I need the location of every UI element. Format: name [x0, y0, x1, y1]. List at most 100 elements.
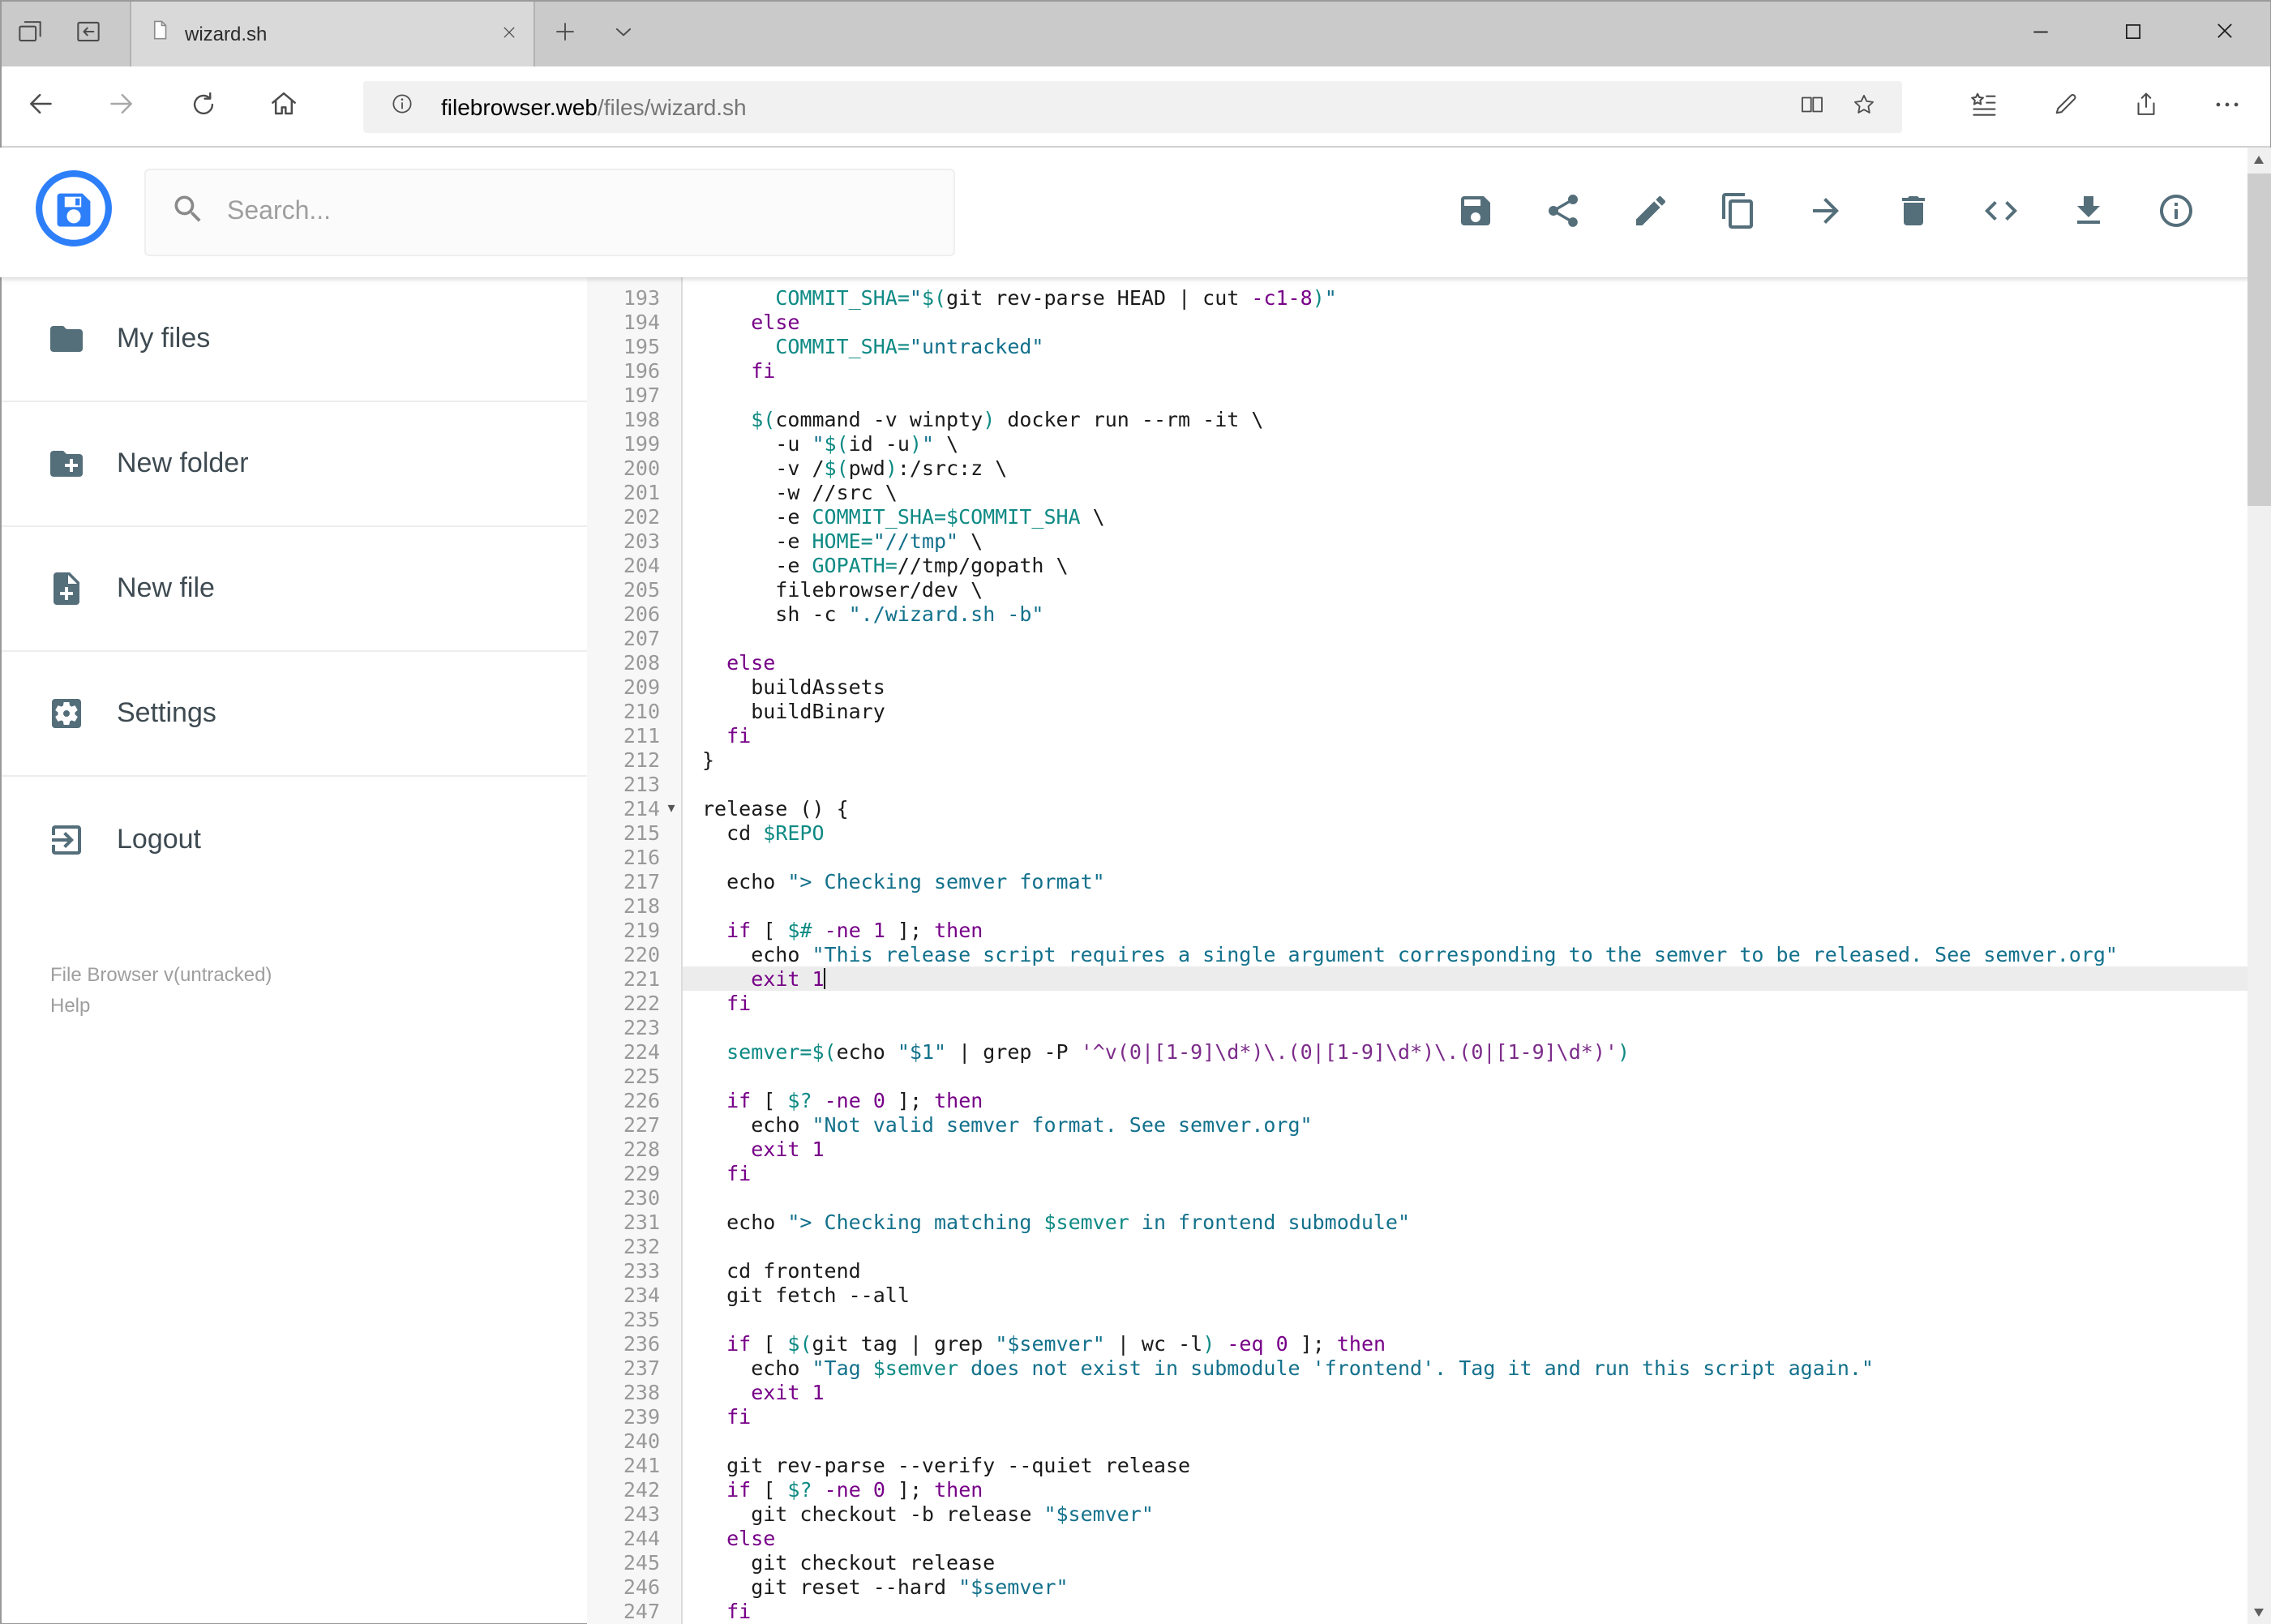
- code-text[interactable]: sh -c "./wizard.sh -b": [683, 602, 2271, 626]
- code-text[interactable]: -w //src \: [683, 480, 2271, 504]
- code-line[interactable]: 197: [587, 383, 2271, 407]
- reading-view-button[interactable]: [1785, 84, 1837, 129]
- code-line[interactable]: 215 cd $REPO: [587, 821, 2271, 845]
- sidebar-item-logout[interactable]: Logout: [0, 777, 587, 902]
- code-line[interactable]: 212}: [587, 748, 2271, 772]
- code-line[interactable]: 219 if [ $# -ne 1 ]; then: [587, 918, 2271, 942]
- code-text[interactable]: fi: [683, 1599, 2271, 1623]
- code-line[interactable]: 227 echo "Not valid semver format. See s…: [587, 1112, 2271, 1137]
- code-text[interactable]: [683, 1234, 2271, 1258]
- code-line[interactable]: 214 ▾ release () {: [587, 796, 2271, 821]
- code-line[interactable]: 221 exit 1: [587, 966, 2271, 991]
- code-text[interactable]: -v /$(pwd):/src:z \: [683, 456, 2271, 480]
- code-text[interactable]: semver=$(echo "$1" | grep -P '^v(0|[1-9]…: [683, 1039, 2271, 1064]
- code-line[interactable]: 233 cd frontend: [587, 1258, 2271, 1283]
- code-line[interactable]: 240: [587, 1429, 2271, 1453]
- code-line[interactable]: 234 git fetch --all: [587, 1283, 2271, 1307]
- code-line[interactable]: 232: [587, 1234, 2271, 1258]
- code-line[interactable]: 239 fi: [587, 1404, 2271, 1429]
- code-text[interactable]: git checkout release: [683, 1550, 2271, 1575]
- code-text[interactable]: }: [683, 748, 2271, 772]
- scrollbar-down-button[interactable]: [2247, 1600, 2271, 1624]
- close-window-button[interactable]: [2179, 0, 2271, 66]
- search-input[interactable]: [227, 198, 929, 227]
- scrollbar-thumb[interactable]: [2247, 174, 2271, 506]
- code-text[interactable]: [683, 626, 2271, 650]
- code-text[interactable]: fi: [683, 1161, 2271, 1185]
- code-line[interactable]: 247 fi: [587, 1599, 2271, 1623]
- code-line[interactable]: 223: [587, 1015, 2271, 1039]
- code-line[interactable]: 230: [587, 1185, 2271, 1210]
- code-text[interactable]: git reset --hard "$semver": [683, 1575, 2271, 1599]
- code-line[interactable]: 213: [587, 772, 2271, 796]
- code-line[interactable]: 195 COMMIT_SHA="untracked": [587, 334, 2271, 358]
- code-text[interactable]: exit 1: [683, 966, 2271, 991]
- code-text[interactable]: if [ $? -ne 0 ]; then: [683, 1088, 2271, 1112]
- code-text[interactable]: [683, 383, 2271, 407]
- back-button[interactable]: [5, 71, 76, 142]
- code-text[interactable]: release () {: [683, 796, 2271, 821]
- code-text[interactable]: if [ $? -ne 0 ]; then: [683, 1477, 2271, 1502]
- save-button[interactable]: [1455, 193, 1494, 232]
- code-text[interactable]: echo "Tag $semver does not exist in subm…: [683, 1356, 2271, 1380]
- rename-button[interactable]: [1630, 193, 1669, 232]
- code-text[interactable]: git rev-parse --verify --quiet release: [683, 1453, 2271, 1477]
- code-line[interactable]: 246 git reset --hard "$semver": [587, 1575, 2271, 1599]
- forward-button[interactable]: [86, 71, 157, 142]
- code-line[interactable]: 222 fi: [587, 991, 2271, 1015]
- code-text[interactable]: if [ $(git tag | grep "$semver" | wc -l)…: [683, 1331, 2271, 1356]
- tab-preview-toggle[interactable]: [593, 0, 652, 66]
- code-text[interactable]: else: [683, 310, 2271, 334]
- code-text[interactable]: [683, 772, 2271, 796]
- code-line[interactable]: 204 -e GOPATH=//tmp/gopath \: [587, 553, 2271, 577]
- code-line[interactable]: 228 exit 1: [587, 1137, 2271, 1161]
- refresh-button[interactable]: [167, 71, 238, 142]
- code-text[interactable]: [683, 1064, 2271, 1088]
- site-info-button[interactable]: [376, 84, 428, 129]
- code-line[interactable]: 238 exit 1: [587, 1380, 2271, 1404]
- code-text[interactable]: buildAssets: [683, 675, 2271, 699]
- code-text[interactable]: [683, 1015, 2271, 1039]
- code-line[interactable]: 225: [587, 1064, 2271, 1088]
- info-button[interactable]: [2156, 193, 2195, 232]
- code-text[interactable]: [683, 893, 2271, 918]
- more-button[interactable]: [2194, 71, 2259, 142]
- code-line[interactable]: 224 semver=$(echo "$1" | grep -P '^v(0|[…: [587, 1039, 2271, 1064]
- code-text[interactable]: [683, 845, 2271, 869]
- code-line[interactable]: 235: [587, 1307, 2271, 1331]
- code-line[interactable]: 229 fi: [587, 1161, 2271, 1185]
- copy-button[interactable]: [1718, 192, 1757, 232]
- code-text[interactable]: fi: [683, 723, 2271, 748]
- sidebar-item-my-files[interactable]: My files: [0, 277, 587, 402]
- code-text[interactable]: filebrowser/dev \: [683, 577, 2271, 602]
- code-text[interactable]: echo "Not valid semver format. See semve…: [683, 1112, 2271, 1137]
- code-line[interactable]: 216: [587, 845, 2271, 869]
- code-line[interactable]: 209 buildAssets: [587, 675, 2271, 699]
- code-text[interactable]: exit 1: [683, 1137, 2271, 1161]
- code-line[interactable]: 231 echo "> Checking matching $semver in…: [587, 1210, 2271, 1234]
- code-line[interactable]: 196 fi: [587, 358, 2271, 383]
- favorite-button[interactable]: [1837, 84, 1889, 129]
- code-view-button[interactable]: [1981, 193, 2020, 232]
- code-line[interactable]: 220 echo "This release script requires a…: [587, 942, 2271, 966]
- code-text[interactable]: [683, 1185, 2271, 1210]
- tab-close-button[interactable]: [501, 21, 517, 45]
- sidebar-item-settings[interactable]: Settings: [0, 652, 587, 777]
- code-text[interactable]: -e GOPATH=//tmp/gopath \: [683, 553, 2271, 577]
- code-line[interactable]: 241 git rev-parse --verify --quiet relea…: [587, 1453, 2271, 1477]
- code-line[interactable]: 205 filebrowser/dev \: [587, 577, 2271, 602]
- scrollbar-up-button[interactable]: [2247, 148, 2271, 172]
- code-line[interactable]: 237 echo "Tag $semver does not exist in …: [587, 1356, 2271, 1380]
- code-text[interactable]: fi: [683, 991, 2271, 1015]
- code-line[interactable]: 218: [587, 893, 2271, 918]
- code-line[interactable]: 245 git checkout release: [587, 1550, 2271, 1575]
- sidebar-item-new-file[interactable]: New file: [0, 527, 587, 652]
- scrollbar[interactable]: [2247, 148, 2271, 1624]
- minimize-button[interactable]: [1994, 0, 2086, 66]
- code-text[interactable]: echo "This release script requires a sin…: [683, 942, 2271, 966]
- code-line[interactable]: 198 $(command -v winpty) docker run --rm…: [587, 407, 2271, 431]
- code-line[interactable]: 200 -v /$(pwd):/src:z \: [587, 456, 2271, 480]
- code-editor[interactable]: 193 COMMIT_SHA="$(git rev-parse HEAD | c…: [587, 277, 2271, 1624]
- code-line[interactable]: 202 -e COMMIT_SHA=$COMMIT_SHA \: [587, 504, 2271, 529]
- delete-button[interactable]: [1893, 193, 1932, 232]
